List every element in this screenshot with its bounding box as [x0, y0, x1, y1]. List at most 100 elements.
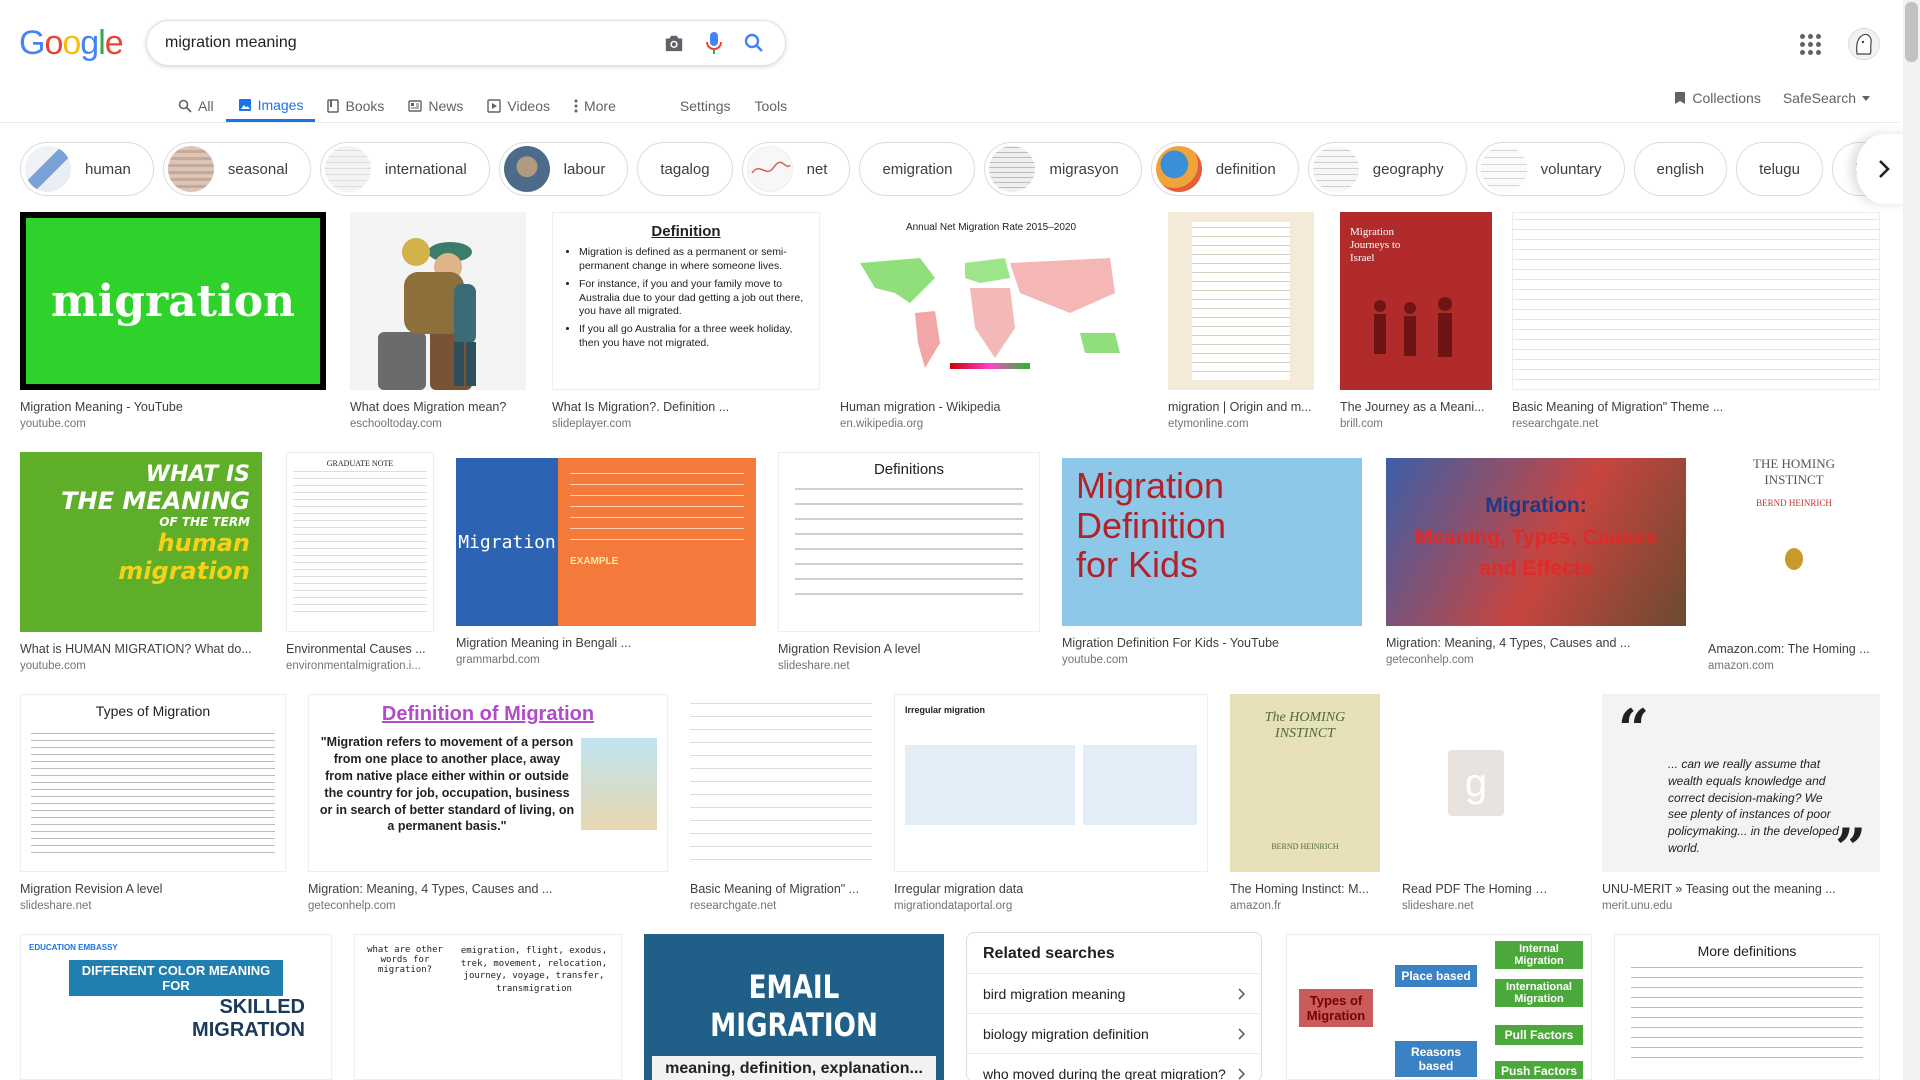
- collections-button[interactable]: Collections: [1674, 90, 1761, 106]
- related-search-item[interactable]: who moved during the great migration?: [967, 1053, 1261, 1080]
- result-source[interactable]: youtube.com: [20, 660, 262, 672]
- chip-tagalog[interactable]: tagalog: [637, 142, 733, 196]
- result-title[interactable]: Migration Meaning in Bengali ...: [456, 636, 756, 650]
- tools-link[interactable]: Tools: [742, 84, 799, 122]
- account-avatar-icon[interactable]: [1848, 28, 1880, 60]
- result-title[interactable]: Read PDF The Homing Insti...: [1402, 882, 1550, 896]
- image-result[interactable]: Migration Journeys to Israel The Journey…: [1340, 212, 1492, 430]
- image-result[interactable]: Migration EXAMPLE Migration Meaning in B…: [456, 458, 756, 666]
- result-title[interactable]: UNU-MERIT » Teasing out the meaning ...: [1602, 882, 1880, 896]
- image-result[interactable]: Definitions Migration Revision A level s…: [778, 452, 1040, 672]
- image-result[interactable]: Annual Net Migration Rate 2015–2020 Huma…: [840, 212, 1142, 430]
- chip-migrasyon[interactable]: migrasyon: [984, 142, 1142, 196]
- result-title[interactable]: Amazon.com: The Homing ...: [1708, 642, 1880, 656]
- safesearch-dropdown[interactable]: SafeSearch: [1783, 90, 1870, 106]
- result-title[interactable]: Migration Revision A level: [778, 642, 1040, 656]
- search-icon[interactable]: [741, 30, 767, 56]
- result-source[interactable]: amazon.fr: [1230, 900, 1380, 912]
- image-result[interactable]: THE HOMING INSTINCT BERND HEINRICH Amazo…: [1708, 452, 1880, 672]
- chip-geography[interactable]: geography: [1307, 142, 1467, 196]
- tab-videos[interactable]: Videos: [475, 84, 562, 122]
- image-result[interactable]: The HOMING INSTINCT BERND HEINRICH The H…: [1230, 694, 1380, 912]
- result-source[interactable]: en.wikipedia.org: [840, 418, 1142, 430]
- google-logo[interactable]: Google: [19, 24, 124, 63]
- chip-labour[interactable]: labour: [498, 142, 629, 196]
- result-title[interactable]: migration | Origin and m...: [1168, 400, 1314, 414]
- chip-telugu[interactable]: telugu: [1736, 142, 1823, 196]
- result-title[interactable]: The Journey as a Meani...: [1340, 400, 1492, 414]
- result-source[interactable]: slideshare.net: [20, 900, 286, 912]
- microphone-icon[interactable]: [701, 30, 727, 56]
- result-title[interactable]: What is HUMAN MIGRATION? What do...: [20, 642, 262, 656]
- image-result[interactable]: Migration: Meaning, Types, Causes and Ef…: [1386, 458, 1686, 666]
- result-title[interactable]: Basic Meaning of Migration" ...: [690, 882, 872, 896]
- chip-net[interactable]: net: [741, 142, 851, 196]
- camera-icon[interactable]: [661, 30, 687, 56]
- result-source[interactable]: slideshare.net: [1402, 900, 1550, 912]
- image-result[interactable]: EMAIL MIGRATION meaning, definition, exp…: [644, 934, 944, 1080]
- result-source[interactable]: eschooltoday.com: [350, 418, 526, 430]
- result-source[interactable]: geteconhelp.com: [1386, 654, 1686, 666]
- image-result[interactable]: GRADUATE NOTE Environmental Causes ... e…: [286, 452, 434, 672]
- result-source[interactable]: geteconhelp.com: [308, 900, 668, 912]
- result-title[interactable]: What Is Migration?. Definition ...: [552, 400, 820, 414]
- tab-images[interactable]: Images: [225, 84, 316, 122]
- image-result[interactable]: What does Migration mean? eschooltoday.c…: [350, 212, 526, 430]
- chip-human[interactable]: human: [20, 142, 154, 196]
- related-search-item[interactable]: bird migration meaning: [967, 973, 1261, 1013]
- result-source[interactable]: slideplayer.com: [552, 418, 820, 430]
- tab-news[interactable]: News: [396, 84, 475, 122]
- result-source[interactable]: amazon.com: [1708, 660, 1880, 672]
- result-title[interactable]: Migration: Meaning, 4 Types, Causes and …: [308, 882, 668, 896]
- image-result[interactable]: Definition Migration is defined as a per…: [552, 212, 820, 430]
- result-title[interactable]: What does Migration mean?: [350, 400, 526, 414]
- image-result[interactable]: Types of Migration Place based Reasons b…: [1286, 934, 1592, 1080]
- chip-english[interactable]: english: [1633, 142, 1728, 196]
- scrollbar-thumb[interactable]: [1905, 2, 1918, 62]
- result-source[interactable]: grammarbd.com: [456, 654, 756, 666]
- page-scrollbar[interactable]: [1903, 0, 1920, 1080]
- chip-international[interactable]: international: [319, 142, 490, 196]
- related-search-item[interactable]: biology migration definition: [967, 1013, 1261, 1053]
- result-title[interactable]: Irregular migration data: [894, 882, 1208, 896]
- chip-voluntary[interactable]: voluntary: [1475, 142, 1625, 196]
- result-source[interactable]: researchgate.net: [1512, 418, 1880, 430]
- search-input[interactable]: [165, 34, 647, 52]
- result-title[interactable]: Human migration - Wikipedia: [840, 400, 1142, 414]
- image-result[interactable]: WHAT IS THE MEANING OF THE TERM human mi…: [20, 452, 262, 672]
- result-title[interactable]: Environmental Causes ...: [286, 642, 434, 656]
- result-source[interactable]: youtube.com: [20, 418, 326, 430]
- image-result[interactable]: “ ... can we really assume that wealth e…: [1602, 694, 1880, 912]
- tab-all[interactable]: All: [166, 84, 226, 122]
- image-result[interactable]: More definitions: [1614, 934, 1880, 1080]
- image-result[interactable]: Basic Meaning of Migration" Theme ... re…: [1512, 212, 1880, 430]
- chip-definition[interactable]: definition: [1150, 142, 1299, 196]
- tab-books[interactable]: Books: [315, 84, 396, 122]
- search-box[interactable]: [146, 20, 786, 66]
- chip-emigration[interactable]: emigration: [859, 142, 976, 196]
- result-title[interactable]: The Homing Instinct: M...: [1230, 882, 1380, 896]
- result-title[interactable]: Migration Meaning - YouTube: [20, 400, 326, 414]
- chip-seasonal[interactable]: seasonal: [162, 142, 311, 196]
- tab-more[interactable]: More: [562, 84, 628, 122]
- result-source[interactable]: etymonline.com: [1168, 418, 1314, 430]
- settings-link[interactable]: Settings: [668, 84, 743, 122]
- result-title[interactable]: Basic Meaning of Migration" Theme ...: [1512, 400, 1880, 414]
- image-result[interactable]: EDUCATION EMBASSY DIFFERENT COLOR MEANIN…: [20, 934, 332, 1080]
- result-source[interactable]: researchgate.net: [690, 900, 872, 912]
- result-source[interactable]: migrationdataportal.org: [894, 900, 1208, 912]
- image-result[interactable]: migration | Origin and m... etymonline.c…: [1168, 212, 1314, 430]
- result-title[interactable]: Migration Revision A level: [20, 882, 286, 896]
- image-result[interactable]: what are other words for migration? emig…: [354, 934, 622, 1080]
- apps-grid-icon[interactable]: [1798, 32, 1822, 56]
- image-result[interactable]: Basic Meaning of Migration" ... research…: [690, 694, 872, 912]
- image-result[interactable]: g Read PDF The Homing Insti... slideshar…: [1402, 694, 1550, 912]
- image-result[interactable]: Migration Definition for Kids Migration De…: [1062, 458, 1362, 666]
- result-title[interactable]: Migration: Meaning, 4 Types, Causes and …: [1386, 636, 1686, 650]
- image-result[interactable]: Types of Migration Migration Revision A …: [20, 694, 286, 912]
- result-source[interactable]: merit.unu.edu: [1602, 900, 1880, 912]
- result-source[interactable]: brill.com: [1340, 418, 1492, 430]
- image-result[interactable]: Definition of Migration "Migration refer…: [308, 694, 668, 912]
- result-source[interactable]: slideshare.net: [778, 660, 1040, 672]
- result-source[interactable]: youtube.com: [1062, 654, 1362, 666]
